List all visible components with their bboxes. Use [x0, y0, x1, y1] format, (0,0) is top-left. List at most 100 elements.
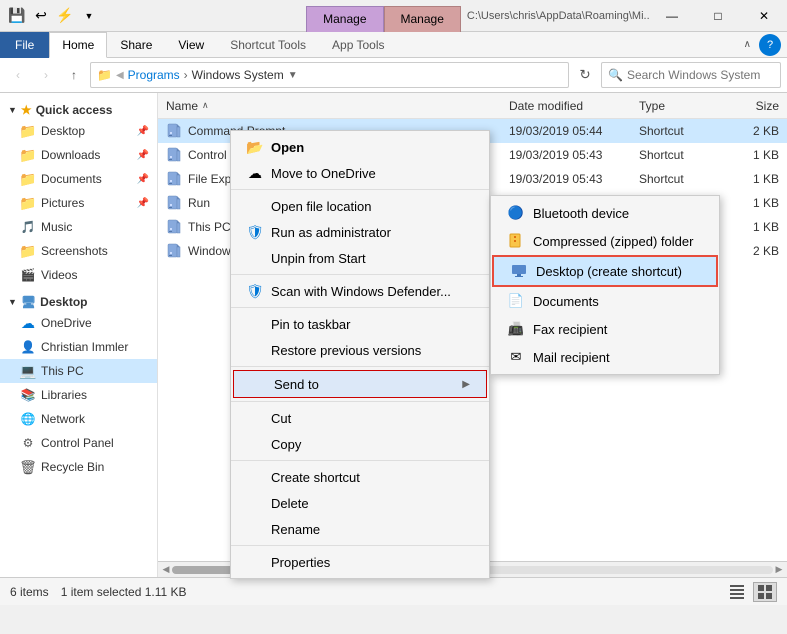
dropdown-icon[interactable]: ▼: [78, 5, 100, 27]
ctx-send-to[interactable]: Send to ▶: [233, 370, 487, 398]
details-view-btn[interactable]: [725, 582, 749, 602]
help-button[interactable]: ?: [759, 34, 781, 56]
properties-quick-icon[interactable]: ⚡: [54, 5, 76, 27]
ctx-copy[interactable]: Copy: [231, 431, 489, 457]
sidebar-item-control-panel[interactable]: ⚙ Control Panel: [0, 431, 157, 455]
sidebar-item-christian[interactable]: 👤 Christian Immler: [0, 335, 157, 359]
maximize-button[interactable]: □: [695, 0, 741, 32]
ctx-location-label: Open file location: [271, 199, 371, 214]
search-box[interactable]: 🔍: [601, 62, 781, 88]
ctx-run-admin[interactable]: 🛡 Run as administrator: [231, 219, 489, 245]
col-size[interactable]: Size: [719, 99, 779, 113]
sidebar-item-screenshots[interactable]: 📁 Screenshots: [0, 239, 157, 263]
sidebar-item-downloads[interactable]: 📁 Downloads 📌: [0, 143, 157, 167]
sidebar-item-network[interactable]: 🌐 Network: [0, 407, 157, 431]
onedrive-icon: ☁: [20, 315, 36, 331]
forward-button[interactable]: ›: [34, 63, 58, 87]
sidebar-item-recycle-bin[interactable]: 🗑 Recycle Bin: [0, 455, 157, 479]
search-input[interactable]: [627, 68, 782, 82]
sidebar-item-thispc[interactable]: 💻 This PC: [0, 359, 157, 383]
save-icon[interactable]: 💾: [6, 5, 28, 27]
file-size: 1 KB: [719, 220, 779, 234]
scroll-left-btn[interactable]: ◀: [160, 564, 172, 576]
ctx-rename-label: Rename: [271, 522, 320, 537]
sub-fax[interactable]: 📠 Fax recipient: [491, 315, 719, 343]
tab-home[interactable]: Home: [49, 32, 107, 58]
col-type[interactable]: Type: [639, 99, 719, 113]
manage-tab-app-tools[interactable]: Manage: [384, 6, 461, 32]
refresh-button[interactable]: ↻: [573, 63, 597, 87]
tab-app-tools[interactable]: App Tools: [319, 32, 397, 58]
file-size: 2 KB: [719, 244, 779, 258]
col-name[interactable]: Name ∧: [166, 99, 509, 113]
ctx-unpin-start[interactable]: Unpin from Start: [231, 245, 489, 271]
ribbon-collapse-btn[interactable]: ∧: [740, 37, 755, 52]
ctx-create-shortcut[interactable]: Create shortcut: [231, 464, 489, 490]
send-to-submenu: 🔵 Bluetooth device Compressed (zipped) f…: [490, 195, 720, 375]
ctx-sep-1: [231, 189, 489, 190]
status-bar: 6 items 1 item selected 1.11 KB: [0, 577, 787, 605]
ctx-restore-versions[interactable]: Restore previous versions: [231, 337, 489, 363]
ctx-restore-icon: [247, 342, 263, 358]
sidebar-item-pictures[interactable]: 📁 Pictures 📌: [0, 191, 157, 215]
sub-docs-label: Documents: [533, 294, 599, 309]
desktop-group-header[interactable]: ▼ 🖥 Desktop: [0, 289, 157, 311]
sidebar-item-libraries[interactable]: 📚 Libraries: [0, 383, 157, 407]
tab-share[interactable]: Share: [107, 32, 165, 58]
list-view-btn[interactable]: [753, 582, 777, 602]
tab-view[interactable]: View: [165, 32, 217, 58]
details-view-icon: [730, 585, 744, 599]
breadcrumb-dropdown[interactable]: ▼: [288, 70, 298, 81]
sidebar-item-desktop[interactable]: 📁 Desktop 📌: [0, 119, 157, 143]
documents-folder-icon: 📁: [20, 171, 36, 187]
quick-access-star-icon: ★: [21, 103, 32, 117]
ctx-delete[interactable]: Delete: [231, 490, 489, 516]
quick-access-header[interactable]: ▼ ★ Quick access: [0, 97, 157, 119]
path-display: C:\Users\chris\AppData\Roaming\Mi...: [461, 10, 649, 22]
ctx-properties[interactable]: Properties: [231, 549, 489, 575]
sub-desktop-shortcut[interactable]: Desktop (create shortcut): [492, 255, 718, 287]
view-controls: [725, 582, 777, 602]
ctx-sendto-arrow: ▶: [462, 379, 470, 390]
sidebar-item-documents[interactable]: 📁 Documents 📌: [0, 167, 157, 191]
sub-mail-icon: ✉: [507, 348, 525, 366]
ctx-scan-defender[interactable]: 🛡 Scan with Windows Defender...: [231, 278, 489, 304]
close-button[interactable]: ✕: [741, 0, 787, 32]
expand-quick-access: ▼: [8, 105, 17, 115]
ctx-sep-5: [231, 401, 489, 402]
ctx-move-onedrive[interactable]: ☁ Move to OneDrive: [231, 160, 489, 186]
sub-mail[interactable]: ✉ Mail recipient: [491, 343, 719, 371]
breadcrumb-windows-system[interactable]: Windows System: [192, 68, 284, 82]
file-size: 1 KB: [719, 196, 779, 210]
ctx-open-location[interactable]: Open file location: [231, 193, 489, 219]
ctx-pin-icon: [247, 316, 263, 332]
search-icon: 🔍: [608, 68, 623, 82]
ctx-cut-icon: [247, 410, 263, 426]
sidebar-item-onedrive[interactable]: ☁ OneDrive: [0, 311, 157, 335]
sidebar-thispc-label: This PC: [41, 364, 84, 378]
ctx-cut[interactable]: Cut: [231, 405, 489, 431]
address-path-bar[interactable]: 📁 ◀ Programs › Windows System ▼: [90, 62, 569, 88]
scroll-right-btn[interactable]: ▶: [773, 564, 785, 576]
up-button[interactable]: ↑: [62, 63, 86, 87]
sub-bluetooth[interactable]: 🔵 Bluetooth device: [491, 199, 719, 227]
sub-documents[interactable]: 📄 Documents: [491, 287, 719, 315]
back-button[interactable]: ‹: [6, 63, 30, 87]
manage-tab-shortcut-tools[interactable]: Manage: [306, 6, 383, 32]
sidebar-item-videos[interactable]: 🎬 Videos: [0, 263, 157, 287]
address-bar: ‹ › ↑ 📁 ◀ Programs › Windows System ▼ ↻ …: [0, 58, 787, 93]
tab-shortcut-tools[interactable]: Shortcut Tools: [217, 32, 319, 58]
file-size: 1 KB: [719, 172, 779, 186]
minimize-button[interactable]: —: [649, 0, 695, 32]
sidebar-item-music[interactable]: 🎵 Music: [0, 215, 157, 239]
ctx-pin-taskbar[interactable]: Pin to taskbar: [231, 311, 489, 337]
col-date[interactable]: Date modified: [509, 99, 639, 113]
sub-compressed[interactable]: Compressed (zipped) folder: [491, 227, 719, 255]
undo-icon[interactable]: ↩: [30, 5, 52, 27]
ctx-rename[interactable]: Rename: [231, 516, 489, 542]
tab-file[interactable]: File: [0, 32, 49, 58]
breadcrumb-left-arrow[interactable]: ◀: [116, 70, 124, 81]
file-type: Shortcut: [639, 172, 719, 186]
breadcrumb-programs[interactable]: Programs: [128, 68, 180, 82]
ctx-open[interactable]: 📂 Open: [231, 134, 489, 160]
